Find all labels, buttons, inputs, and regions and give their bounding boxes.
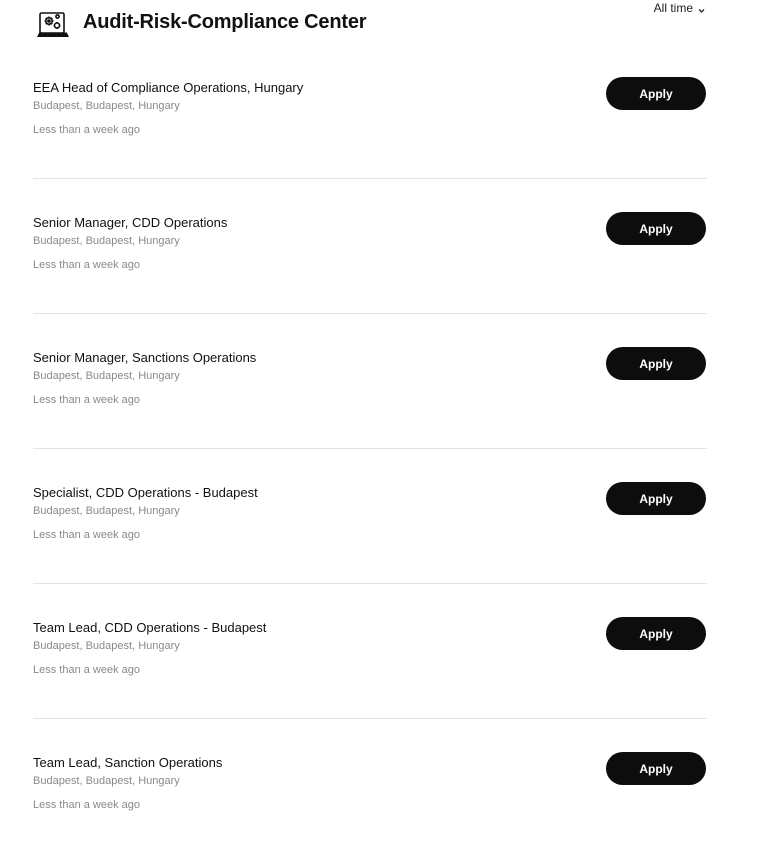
job-listing: Senior Manager, CDD Operations Budapest,… bbox=[33, 179, 707, 314]
job-listing: Team Lead, CDD Operations - Budapest Bud… bbox=[33, 584, 707, 719]
job-title[interactable]: EEA Head of Compliance Operations, Hunga… bbox=[33, 80, 303, 95]
job-posted-date: Less than a week ago bbox=[33, 394, 141, 406]
apply-button[interactable]: Apply bbox=[606, 77, 706, 110]
apply-button[interactable]: Apply bbox=[606, 752, 706, 785]
job-posted-date: Less than a week ago bbox=[33, 664, 141, 676]
job-title[interactable]: Senior Manager, CDD Operations bbox=[33, 215, 227, 230]
chevron-down-icon bbox=[697, 4, 706, 13]
job-location: Budapest, Budapest, Hungary bbox=[33, 775, 180, 787]
job-listing: EEA Head of Compliance Operations, Hunga… bbox=[33, 44, 707, 179]
apply-button[interactable]: Apply bbox=[606, 212, 706, 245]
job-listing: Specialist, CDD Operations - Budapest Bu… bbox=[33, 449, 707, 584]
apply-button[interactable]: Apply bbox=[606, 617, 706, 650]
job-listing: Team Lead, Sanction Operations Budapest,… bbox=[33, 719, 707, 854]
time-filter-dropdown[interactable]: All time bbox=[654, 1, 706, 15]
job-location: Budapest, Budapest, Hungary bbox=[33, 640, 180, 652]
job-location: Budapest, Budapest, Hungary bbox=[33, 235, 180, 247]
job-title[interactable]: Team Lead, Sanction Operations bbox=[33, 755, 222, 770]
apply-button[interactable]: Apply bbox=[606, 347, 706, 380]
job-title[interactable]: Specialist, CDD Operations - Budapest bbox=[33, 485, 258, 500]
page-header: Audit-Risk-Compliance Center All time bbox=[37, 1, 717, 44]
job-posted-date: Less than a week ago bbox=[33, 259, 141, 271]
apply-button[interactable]: Apply bbox=[606, 482, 706, 515]
page-title: Audit-Risk-Compliance Center bbox=[83, 11, 367, 33]
job-posted-date: Less than a week ago bbox=[33, 124, 141, 136]
job-list: EEA Head of Compliance Operations, Hunga… bbox=[33, 44, 707, 854]
job-title[interactable]: Senior Manager, Sanctions Operations bbox=[33, 350, 256, 365]
job-location: Budapest, Budapest, Hungary bbox=[33, 505, 180, 517]
job-posted-date: Less than a week ago bbox=[33, 799, 141, 811]
job-location: Budapest, Budapest, Hungary bbox=[33, 100, 180, 112]
job-posted-date: Less than a week ago bbox=[33, 529, 141, 541]
job-location: Budapest, Budapest, Hungary bbox=[33, 370, 180, 382]
job-listing: Senior Manager, Sanctions Operations Bud… bbox=[33, 314, 707, 449]
laptop-gears-icon bbox=[37, 10, 69, 40]
job-title[interactable]: Team Lead, CDD Operations - Budapest bbox=[33, 620, 266, 635]
time-filter-label: All time bbox=[653, 1, 693, 15]
